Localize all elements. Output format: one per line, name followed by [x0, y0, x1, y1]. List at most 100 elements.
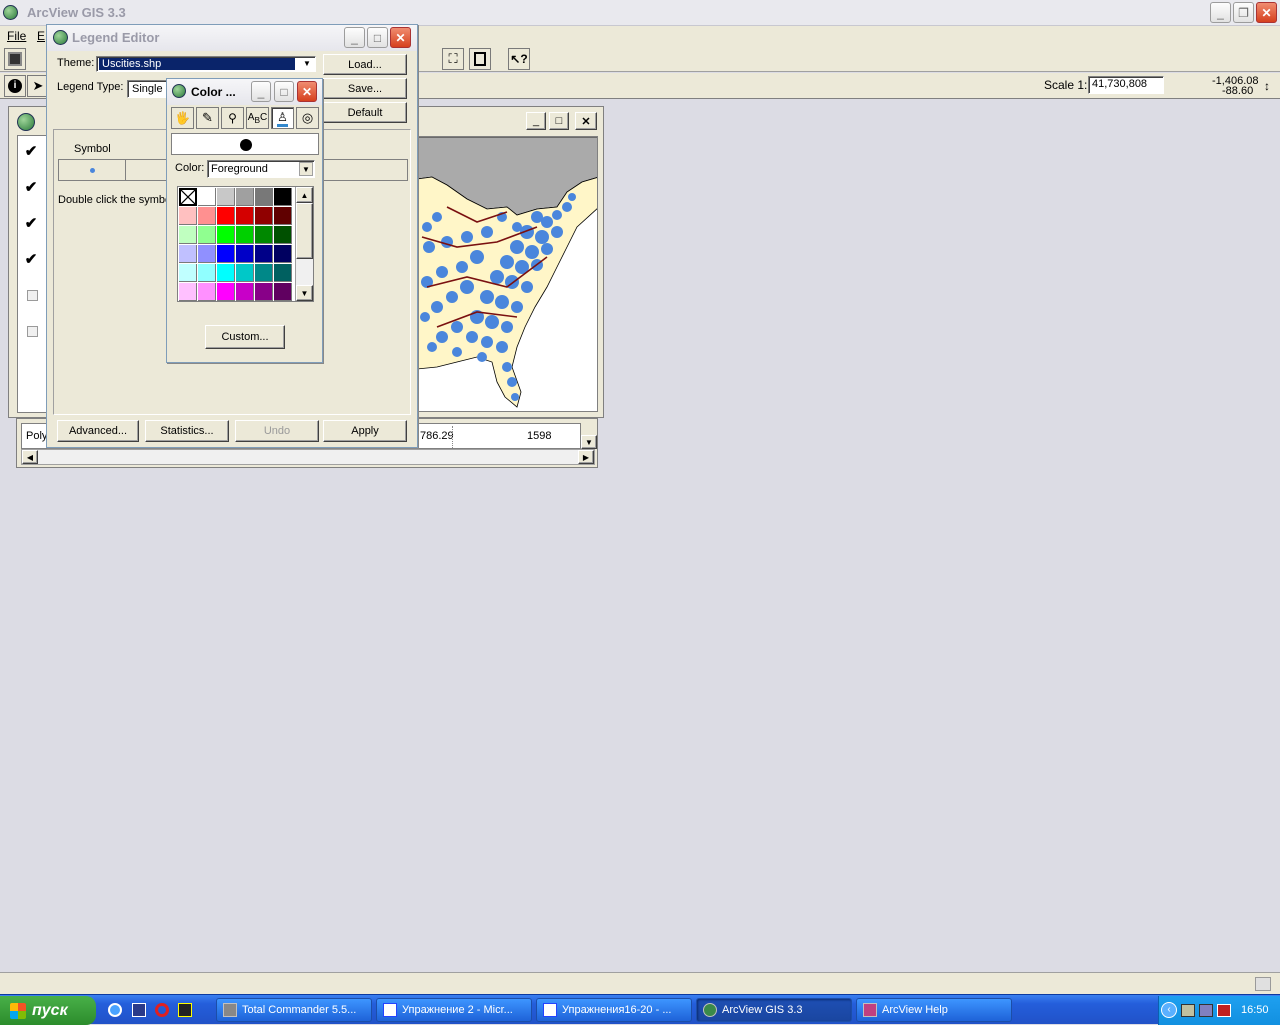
zoom-extent-button[interactable]: ⛶ — [442, 48, 464, 70]
color-swatch[interactable] — [198, 264, 216, 282]
pen-palette-button[interactable]: ✎ — [196, 107, 219, 129]
color-swatch[interactable] — [236, 226, 254, 244]
undo-button[interactable]: Undo — [235, 420, 319, 442]
color-swatch[interactable] — [255, 264, 273, 282]
task-arcview[interactable]: ArcView GIS 3.3 — [696, 998, 852, 1022]
color-swatch[interactable] — [217, 245, 235, 263]
color-swatch[interactable] — [236, 245, 254, 263]
menu-file[interactable]: File — [7, 29, 26, 43]
swatch-scroll-down-button[interactable]: ▼ — [296, 285, 313, 301]
theme-check-2[interactable]: ✔ — [23, 180, 39, 196]
legend-close-button[interactable]: ✕ — [390, 27, 411, 48]
start-button[interactable]: пуск — [0, 996, 96, 1025]
color-swatch[interactable] — [255, 226, 273, 244]
color-swatch[interactable] — [217, 264, 235, 282]
palette-maximize-button[interactable]: □ — [274, 81, 294, 102]
swatch-scrollbar[interactable]: ▲ ▼ — [295, 187, 313, 301]
color-swatch[interactable] — [255, 245, 273, 263]
palette-minimize-button[interactable]: _ — [251, 81, 271, 102]
color-swatch[interactable] — [179, 245, 197, 263]
color-palette-button[interactable]: ♙ — [271, 107, 294, 129]
identify-tool[interactable]: i — [4, 75, 26, 97]
resize-grip-icon[interactable] — [1255, 977, 1271, 991]
theme-check-5[interactable] — [27, 290, 38, 301]
color-swatch[interactable] — [198, 283, 216, 301]
point-symbol-icon[interactable] — [90, 168, 95, 173]
color-swatch[interactable] — [236, 283, 254, 301]
color-swatch[interactable] — [255, 207, 273, 225]
custom-color-button[interactable]: Custom... — [205, 325, 285, 349]
color-swatch[interactable] — [217, 188, 235, 206]
view-maximize-button[interactable]: □ — [549, 112, 569, 130]
color-swatch[interactable] — [179, 283, 197, 301]
legend-minimize-button[interactable]: _ — [344, 27, 365, 48]
table-scroll-down-button[interactable]: ▼ — [581, 435, 597, 449]
advanced-button[interactable]: Advanced... — [57, 420, 139, 442]
color-swatch[interactable] — [236, 188, 254, 206]
task-arcview-help[interactable]: ArcView Help — [856, 998, 1012, 1022]
fill-palette-button[interactable]: 🖐 — [171, 107, 194, 129]
color-target-dropdown[interactable]: Foreground ▼ — [207, 160, 315, 178]
save-button[interactable]: Save... — [323, 78, 407, 99]
color-swatch[interactable] — [217, 226, 235, 244]
statistics-button[interactable]: Statistics... — [145, 420, 229, 442]
marker-palette-button[interactable]: ⚲ — [221, 107, 244, 129]
transparent-swatch[interactable] — [179, 188, 197, 206]
tray-expand-icon[interactable]: ‹ — [1161, 1002, 1177, 1018]
view-close-button[interactable]: ✕ — [575, 112, 597, 130]
opera-quicklaunch-icon[interactable] — [155, 1003, 169, 1017]
help-button[interactable]: ↖? — [508, 48, 530, 70]
zoom-theme-button[interactable] — [469, 48, 491, 70]
task-word-2[interactable]: Упражнения16-20 - ... — [536, 998, 692, 1022]
color-swatch[interactable] — [274, 207, 292, 225]
task-word-1[interactable]: Упражнение 2 - Micr... — [376, 998, 532, 1022]
view-minimize-button[interactable]: _ — [526, 112, 546, 130]
map-canvas[interactable] — [416, 136, 598, 412]
swatch-scroll-up-button[interactable]: ▲ — [296, 187, 313, 203]
theme-check-4[interactable]: ✔ — [23, 252, 39, 268]
color-swatch[interactable] — [274, 226, 292, 244]
load-button[interactable]: Load... — [323, 54, 407, 75]
color-swatch[interactable] — [255, 188, 273, 206]
menu-edit[interactable]: E — [37, 29, 45, 43]
color-swatch[interactable] — [274, 245, 292, 263]
ie-quicklaunch-icon[interactable] — [108, 1003, 122, 1017]
app-minimize-button[interactable]: _ — [1210, 2, 1231, 23]
color-swatch[interactable] — [255, 283, 273, 301]
apply-button[interactable]: Apply — [323, 420, 407, 442]
color-swatch[interactable] — [217, 207, 235, 225]
color-swatch[interactable] — [198, 188, 216, 206]
color-swatch[interactable] — [236, 264, 254, 282]
color-swatch[interactable] — [179, 207, 197, 225]
table-scroll-left-button[interactable]: ◀ — [22, 450, 38, 464]
monitor-tray-icon[interactable] — [1199, 1004, 1213, 1017]
legend-maximize-button[interactable]: □ — [367, 27, 388, 48]
scale-input[interactable]: 41,730,808 — [1088, 76, 1164, 94]
theme-dropdown[interactable]: Uscities.shp ▼ — [96, 56, 316, 72]
app-close-button[interactable]: ✕ — [1256, 2, 1277, 23]
color-swatch[interactable] — [236, 207, 254, 225]
color-swatch[interactable] — [198, 207, 216, 225]
floppy-quicklaunch-icon[interactable] — [132, 1003, 146, 1017]
color-swatch[interactable] — [274, 283, 292, 301]
chevron-down-icon[interactable]: ▼ — [300, 58, 314, 70]
table-hscrollbar[interactable]: ◀ ▶ — [21, 449, 595, 465]
font-palette-button[interactable]: ABC — [246, 107, 269, 129]
task-total-commander[interactable]: Total Commander 5.5... — [216, 998, 372, 1022]
table-scroll-right-button[interactable]: ▶ — [578, 450, 594, 464]
color-swatch[interactable] — [198, 245, 216, 263]
palette-close-button[interactable]: ✕ — [297, 81, 317, 102]
app-quicklaunch-icon[interactable] — [178, 1003, 192, 1017]
language-tray-icon[interactable] — [1217, 1004, 1231, 1017]
theme-check-6[interactable] — [27, 326, 38, 337]
color-swatch[interactable] — [179, 264, 197, 282]
swatch-scroll-thumb[interactable] — [296, 203, 313, 259]
app-restore-button[interactable]: ❐ — [1233, 2, 1254, 23]
theme-check-3[interactable]: ✔ — [23, 216, 39, 232]
default-button[interactable]: Default — [323, 102, 407, 123]
color-swatch[interactable] — [179, 226, 197, 244]
color-swatch[interactable] — [274, 264, 292, 282]
color-swatch[interactable] — [198, 226, 216, 244]
color-chevron-down-icon[interactable]: ▼ — [299, 162, 313, 176]
color-swatch[interactable] — [217, 283, 235, 301]
